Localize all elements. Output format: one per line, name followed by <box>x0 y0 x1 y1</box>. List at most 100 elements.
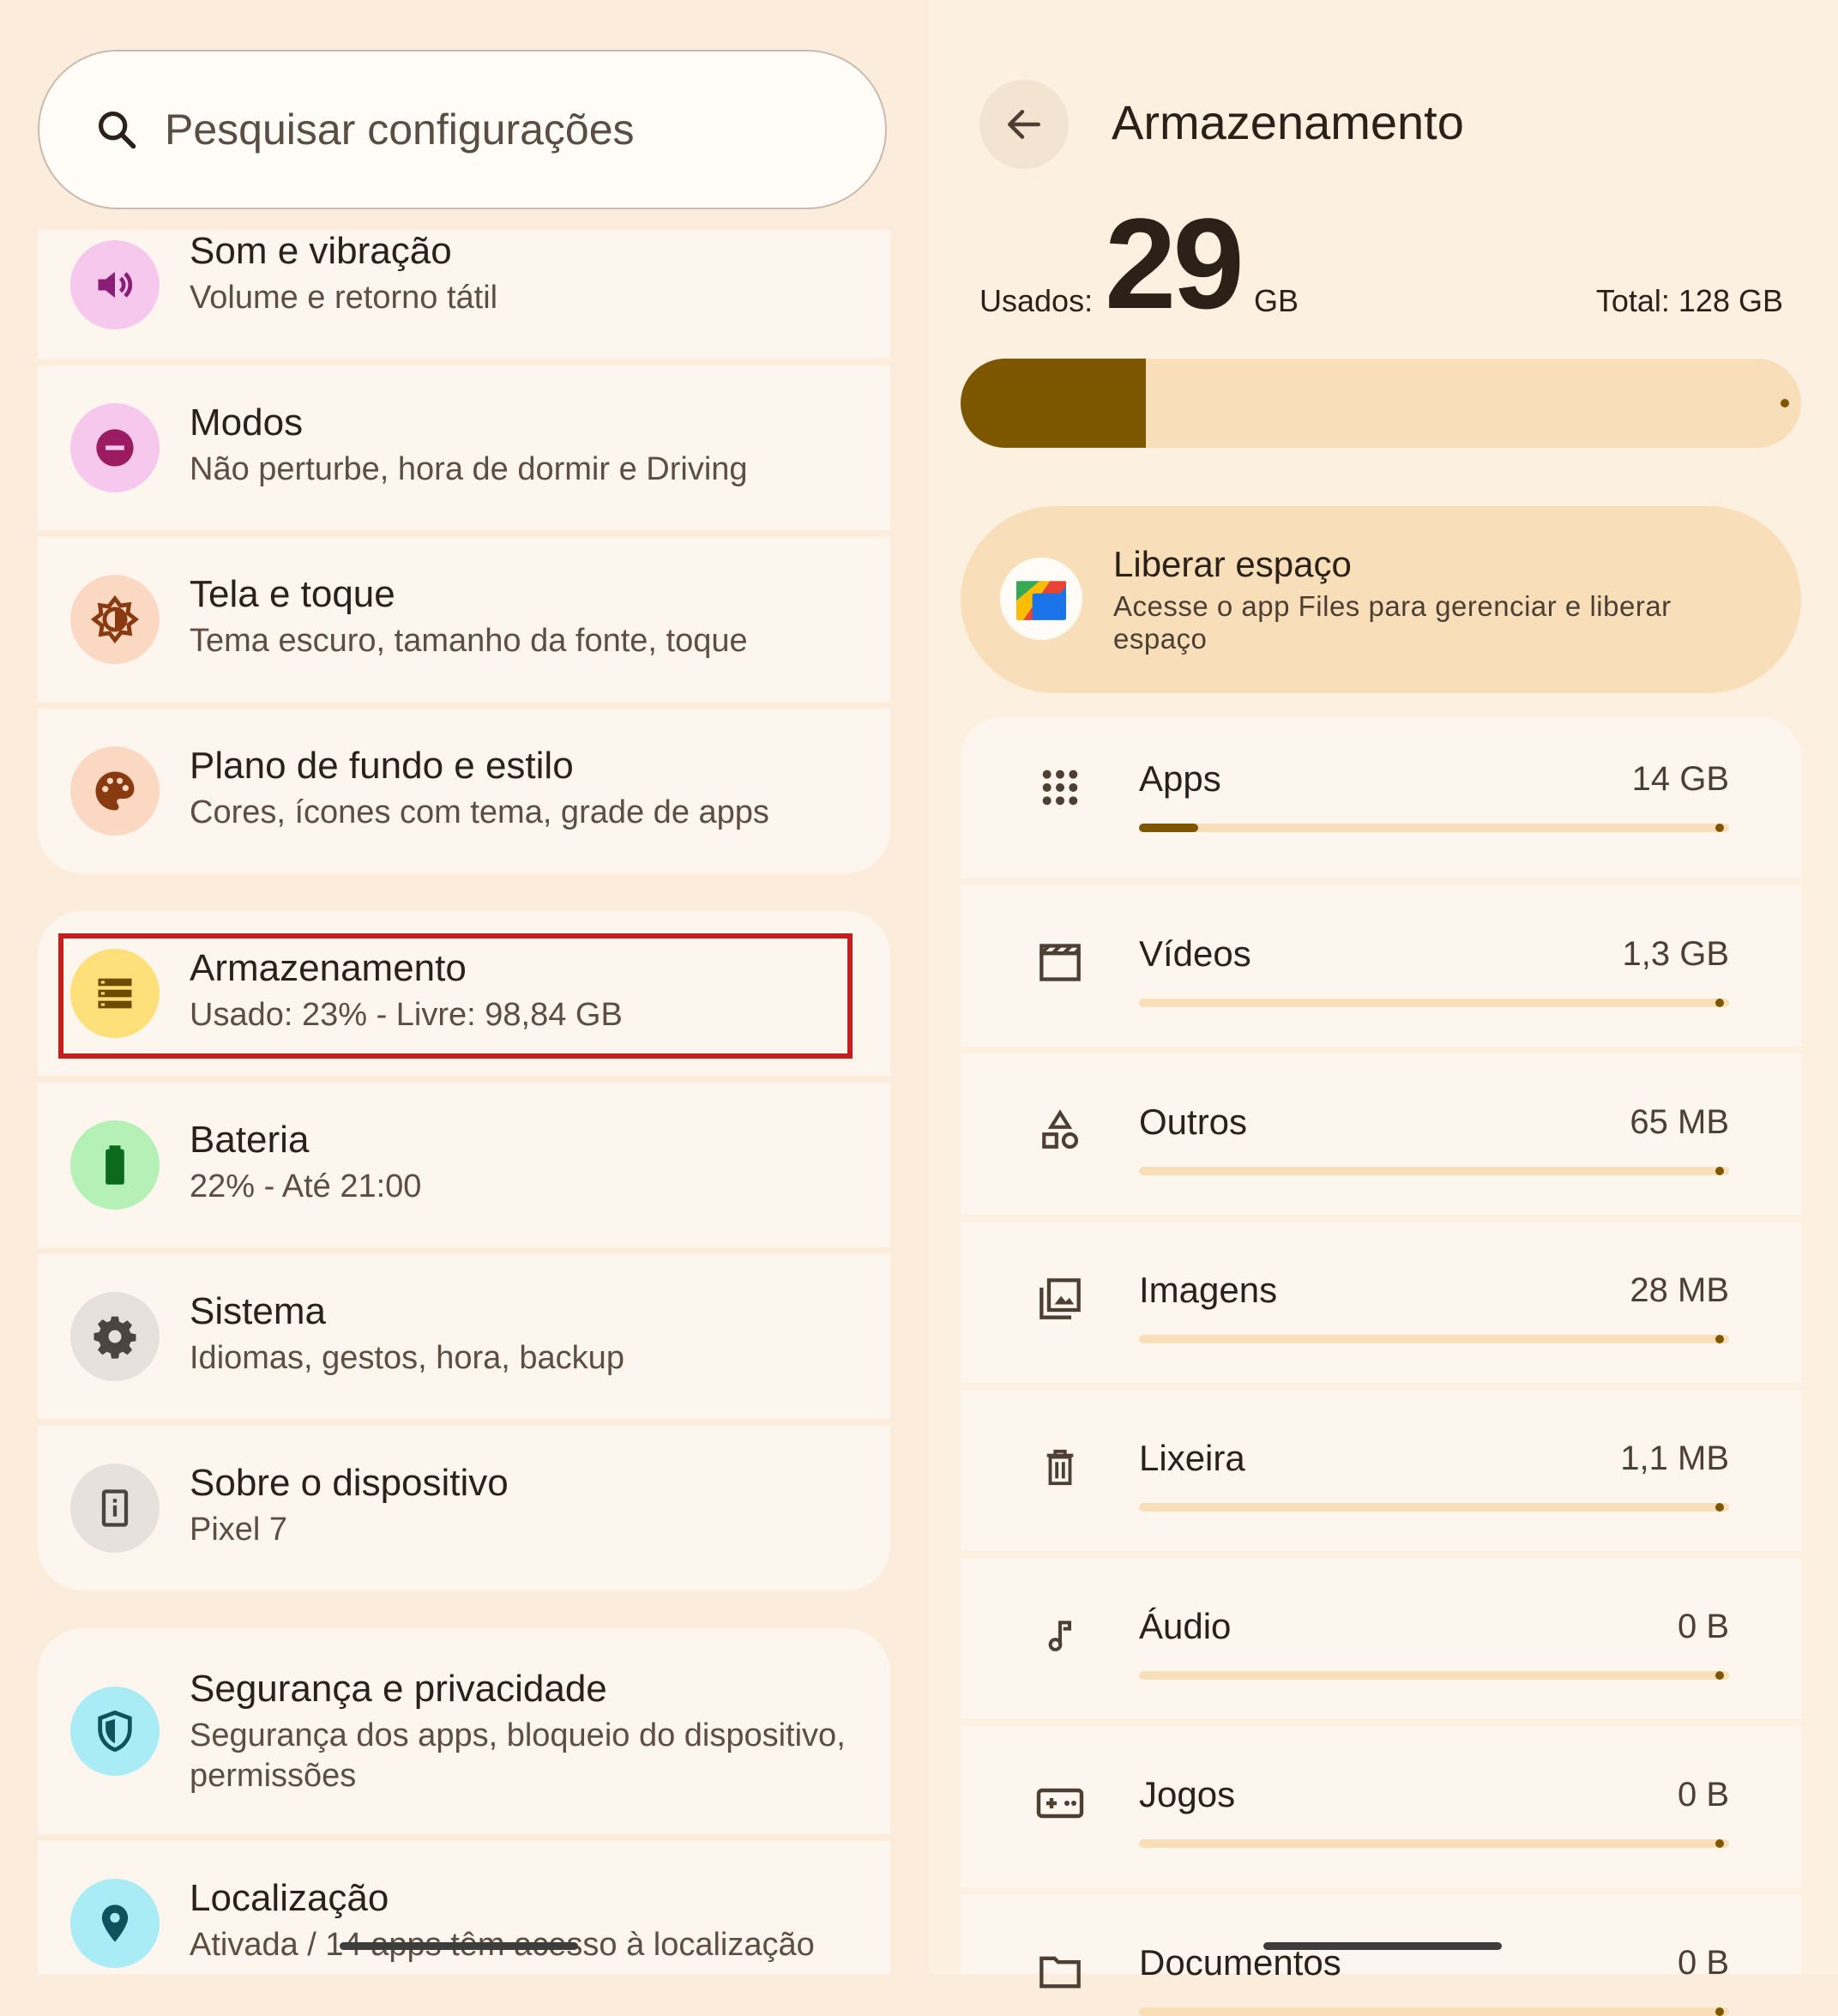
setting-subtitle: 22% - Até 21:00 <box>190 1168 422 1204</box>
category-usage-end-dot <box>1715 1335 1724 1343</box>
display-icon-bg <box>70 575 160 664</box>
used-label: Usados: <box>979 283 1094 318</box>
storage-category-outros[interactable]: Outros 65 MB <box>961 1053 1801 1215</box>
wallpaper-icon-bg <box>70 746 160 836</box>
storage-usage-end-dot <box>1781 399 1789 407</box>
setting-subtitle: Idiomas, gestos, hora, backup <box>190 1340 624 1376</box>
storage-category-videos[interactable]: Vídeos 1,3 GB <box>961 885 1801 1047</box>
storage-category-audio[interactable]: Áudio 0 B <box>961 1558 1801 1719</box>
setting-item-modos[interactable]: Modos Não perturbe, hora de dormir e Dri… <box>38 365 890 530</box>
free-space-card[interactable]: Liberar espaço Acesse o app Files para g… <box>961 506 1801 693</box>
apps-grid-icon <box>1034 762 1086 813</box>
category-label: Imagens <box>1139 1270 1278 1310</box>
brightness-icon <box>90 595 140 644</box>
battery-icon-bg <box>70 1120 160 1210</box>
volume-icon <box>98 271 133 299</box>
about-icon-bg <box>70 1464 160 1553</box>
setting-title: Bateria <box>190 1119 310 1161</box>
settings-group-1: Som e vibração Volume e retorno tátil Mo… <box>38 230 890 873</box>
setting-title: Armazenamento <box>190 947 467 989</box>
setting-subtitle: Pixel 7 <box>190 1512 288 1548</box>
device-info-icon <box>101 1489 129 1527</box>
setting-title: Modos <box>190 401 304 444</box>
setting-title: Sistema <box>190 1290 326 1332</box>
category-size: 28 MB <box>1630 1271 1729 1309</box>
do-not-disturb-icon <box>96 429 134 467</box>
search-icon <box>98 111 136 149</box>
setting-item-bateria[interactable]: Bateria 22% - Até 21:00 <box>38 1083 890 1247</box>
category-usage-bar <box>1139 2007 1729 2016</box>
settings-list-pane: Pesquisar configurações Som e vibração V… <box>0 0 928 1974</box>
security-icon-bg <box>70 1687 160 1776</box>
category-usage-bar <box>1139 999 1729 1007</box>
category-usage-bar <box>1139 1335 1729 1343</box>
free-space-title: Liberar espaço <box>1113 544 1352 584</box>
search-bar[interactable]: Pesquisar configurações <box>38 50 887 209</box>
used-value: 29 <box>1105 191 1244 335</box>
setting-item-tela[interactable]: Tela e toque Tema escuro, tamanho da fon… <box>38 537 890 702</box>
category-usage-end-dot <box>1715 1167 1724 1175</box>
storage-category-apps[interactable]: Apps 14 GB <box>961 717 1801 878</box>
storage-usage-fill <box>961 359 1146 448</box>
category-size: 1,1 MB <box>1620 1440 1729 1477</box>
setting-item-plano[interactable]: Plano de fundo e estilo Cores, ícones co… <box>38 709 890 873</box>
battery-icon <box>105 1145 124 1185</box>
storage-category-documentos[interactable]: Documentos 0 B <box>961 1894 1801 2016</box>
gear-icon <box>93 1316 136 1359</box>
category-usage-bar <box>1139 1839 1729 1848</box>
storage-icon-bg <box>70 949 160 1038</box>
music-note-icon <box>1034 1609 1086 1661</box>
back-button[interactable] <box>979 80 1069 169</box>
location-pin-icon <box>101 1904 129 1942</box>
category-size: 0 B <box>1677 1776 1729 1814</box>
overlay-bar-left <box>340 1942 578 1950</box>
volume-icon-bg <box>70 240 160 329</box>
storage-usage-bar <box>961 359 1801 448</box>
free-space-description: Acesse o app Files para gerenciar e libe… <box>1113 590 1672 655</box>
category-label: Jogos <box>1139 1774 1236 1814</box>
setting-item-som[interactable]: Som e vibração Volume e retorno tátil <box>38 230 890 359</box>
files-app-icon-bg <box>1000 558 1082 640</box>
setting-subtitle-line2: permissões <box>190 1758 357 1794</box>
setting-subtitle: Usado: 23% - Livre: 98,84 GB <box>190 997 623 1033</box>
gesture-bar <box>1263 1942 1502 1950</box>
system-icon-bg <box>70 1292 160 1381</box>
used-unit: GB <box>1254 283 1299 318</box>
setting-item-seguranca[interactable]: Segurança e privacidade Segurança dos ap… <box>38 1628 890 1834</box>
page-title: Armazenamento <box>1112 95 1464 149</box>
category-usage-end-dot <box>1715 1839 1724 1848</box>
setting-subtitle: Cores, ícones com tema, grade de apps <box>190 794 769 830</box>
category-label: Áudio <box>1139 1606 1232 1646</box>
search-placeholder: Pesquisar configurações <box>165 106 635 154</box>
category-label: Lixeira <box>1139 1438 1245 1478</box>
modes-icon-bg <box>70 403 160 492</box>
setting-item-localizacao[interactable]: Localização Ativada / 14 apps têm acesso… <box>38 1841 890 1974</box>
category-usage-bar <box>1139 1671 1729 1680</box>
category-usage-bar <box>1139 824 1729 832</box>
category-usage-end-dot <box>1715 999 1724 1007</box>
setting-subtitle: Volume e retorno tátil <box>190 280 498 316</box>
shield-icon <box>98 1710 132 1753</box>
category-usage-end-dot <box>1715 824 1724 832</box>
setting-item-sobre[interactable]: Sobre o dispositivo Pixel 7 <box>38 1426 890 1590</box>
category-usage-bar <box>1139 1167 1729 1175</box>
category-usage-end-dot <box>1715 2007 1724 2016</box>
category-size: 1,3 GB <box>1622 935 1729 973</box>
location-icon-bg <box>70 1879 160 1968</box>
setting-title: Sobre o dispositivo <box>190 1462 509 1504</box>
setting-item-armazenamento[interactable]: Armazenamento Usado: 23% - Livre: 98,84 … <box>38 911 890 1076</box>
category-usage-fill <box>1139 824 1198 832</box>
storage-category-jogos[interactable]: Jogos 0 B <box>961 1726 1801 1887</box>
folder-icon <box>1034 1946 1086 1997</box>
category-size: 0 B <box>1677 1608 1729 1645</box>
category-label: Apps <box>1139 758 1221 799</box>
category-size: 14 GB <box>1631 760 1729 798</box>
storage-category-lixeira[interactable]: Lixeira 1,1 MB <box>961 1390 1801 1551</box>
setting-title: Localização <box>190 1877 389 1919</box>
shapes-icon <box>1034 1105 1086 1156</box>
arrow-back-icon <box>1008 110 1040 139</box>
total-label: Total: 128 GB <box>1595 283 1783 318</box>
storage-category-imagens[interactable]: Imagens 28 MB <box>961 1222 1801 1383</box>
setting-subtitle: Segurança dos apps, bloqueio do disposit… <box>190 1717 846 1753</box>
setting-item-sistema[interactable]: Sistema Idiomas, gestos, hora, backup <box>38 1254 890 1419</box>
